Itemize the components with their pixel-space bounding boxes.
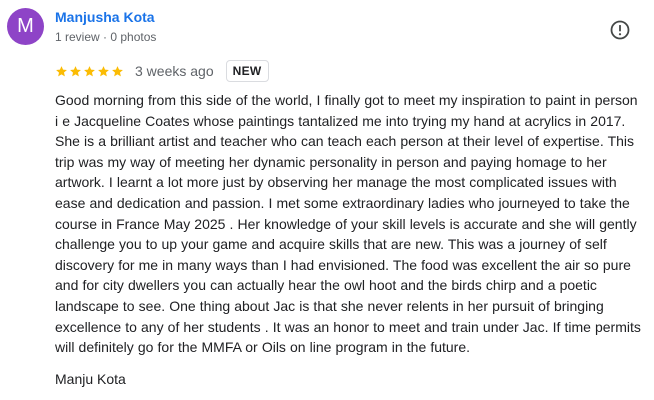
reviewer-name-link[interactable]: Manjusha Kota: [55, 9, 155, 25]
exclamation-circle-icon[interactable]: [608, 18, 632, 42]
review-text: Good morning from this side of the world…: [55, 92, 641, 356]
star-icon: [112, 65, 123, 76]
star-icon: [56, 65, 67, 76]
star-icon: [70, 65, 81, 76]
star-icon: [98, 65, 109, 76]
star-rating: [55, 65, 124, 78]
avatar[interactable]: M: [7, 8, 44, 45]
new-badge: NEW: [225, 60, 269, 82]
rating-row: 3 weeks ago NEW: [55, 58, 269, 84]
avatar-initial: M: [17, 15, 34, 37]
reviewer-meta: 1 review · 0 photos: [55, 30, 157, 44]
review-signature: Manju Kota: [55, 371, 126, 387]
review-date: 3 weeks ago: [135, 63, 214, 79]
star-icon: [84, 65, 95, 76]
